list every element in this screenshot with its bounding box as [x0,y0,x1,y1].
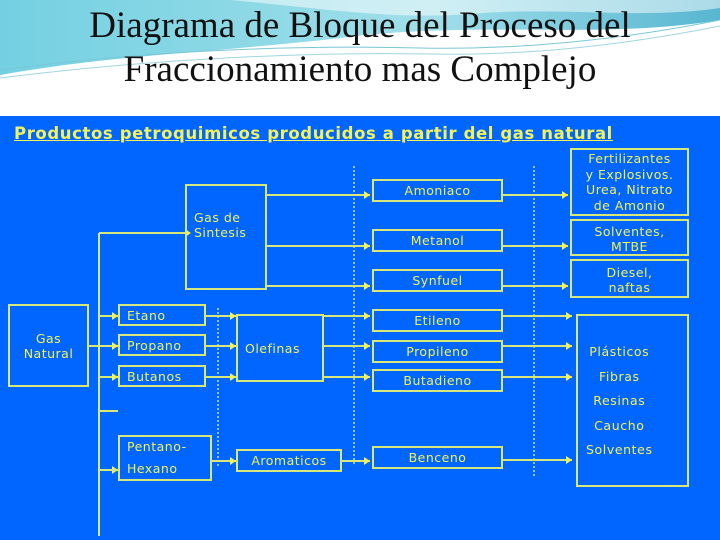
end-product-item: Resinas [593,393,646,408]
node-etano: Etano [118,304,206,326]
slide-title: Diagrama de Bloque del Proceso del Fracc… [89,5,631,90]
node-label: Pentano- Hexano [127,439,187,476]
node-label: Metanol [410,233,465,248]
diagram-title: Productos petroquimicos producidos a par… [14,124,613,143]
node-label: Propileno [406,344,469,359]
node-end-products: Plásticos Fibras Resinas Caucho Solvente… [576,314,689,487]
node-diesel: Diesel, naftas [570,259,689,298]
node-fertilizantes: Fertilizantes y Explosivos. Urea, Nitrat… [570,148,689,216]
node-gas-sintesis: Gas de Sintesis [185,184,267,290]
node-butadieno: Butadieno [372,369,503,392]
node-label: Gas Natural [23,330,74,361]
end-product-item: Plásticos [589,344,650,359]
node-etileno: Etileno [372,309,503,332]
end-product-item: Fibras [598,368,640,384]
node-label: Butadieno [403,373,472,388]
node-aromaticos: Aromaticos [236,449,342,472]
node-label: Aromaticos [251,453,327,468]
node-label: Etano [127,307,166,323]
node-label: Gas de Sintesis [194,210,247,240]
end-product-item: Caucho [594,417,645,433]
node-label: Diesel, naftas [606,265,653,295]
node-label: Olefinas [245,340,300,356]
node-synfuel: Synfuel [372,269,503,292]
node-label: Amoniaco [404,183,471,198]
node-gas-natural: Gas Natural [8,304,89,387]
slide-header: Diagrama de Bloque del Proceso del Fracc… [0,0,720,116]
diagram-panel: Productos petroquimicos producidos a par… [0,116,720,540]
node-butanos: Butanos [118,365,206,387]
node-olefinas: Olefinas [236,314,324,382]
node-label: Butanos [127,368,182,384]
node-propano: Propano [118,334,206,356]
node-propileno: Propileno [372,340,503,363]
node-label: Propano [127,337,182,353]
end-products-list: Plásticos Fibras Resinas Caucho Solvente… [586,344,653,467]
end-product-item: Solventes [586,442,653,457]
node-metanol: Metanol [372,229,503,252]
node-pentano-hexano: Pentano- Hexano [118,435,212,481]
node-label: Fertilizantes y Explosivos. Urea, Nitrat… [585,151,674,213]
node-solventes-mtbe: Solventes, MTBE [570,219,689,256]
node-benceno: Benceno [372,446,503,469]
node-amoniaco: Amoniaco [372,179,503,202]
node-label: Solventes, MTBE [594,224,665,254]
node-label: Benceno [408,450,467,465]
node-label: Synfuel [412,273,463,288]
node-label: Etileno [414,313,461,328]
